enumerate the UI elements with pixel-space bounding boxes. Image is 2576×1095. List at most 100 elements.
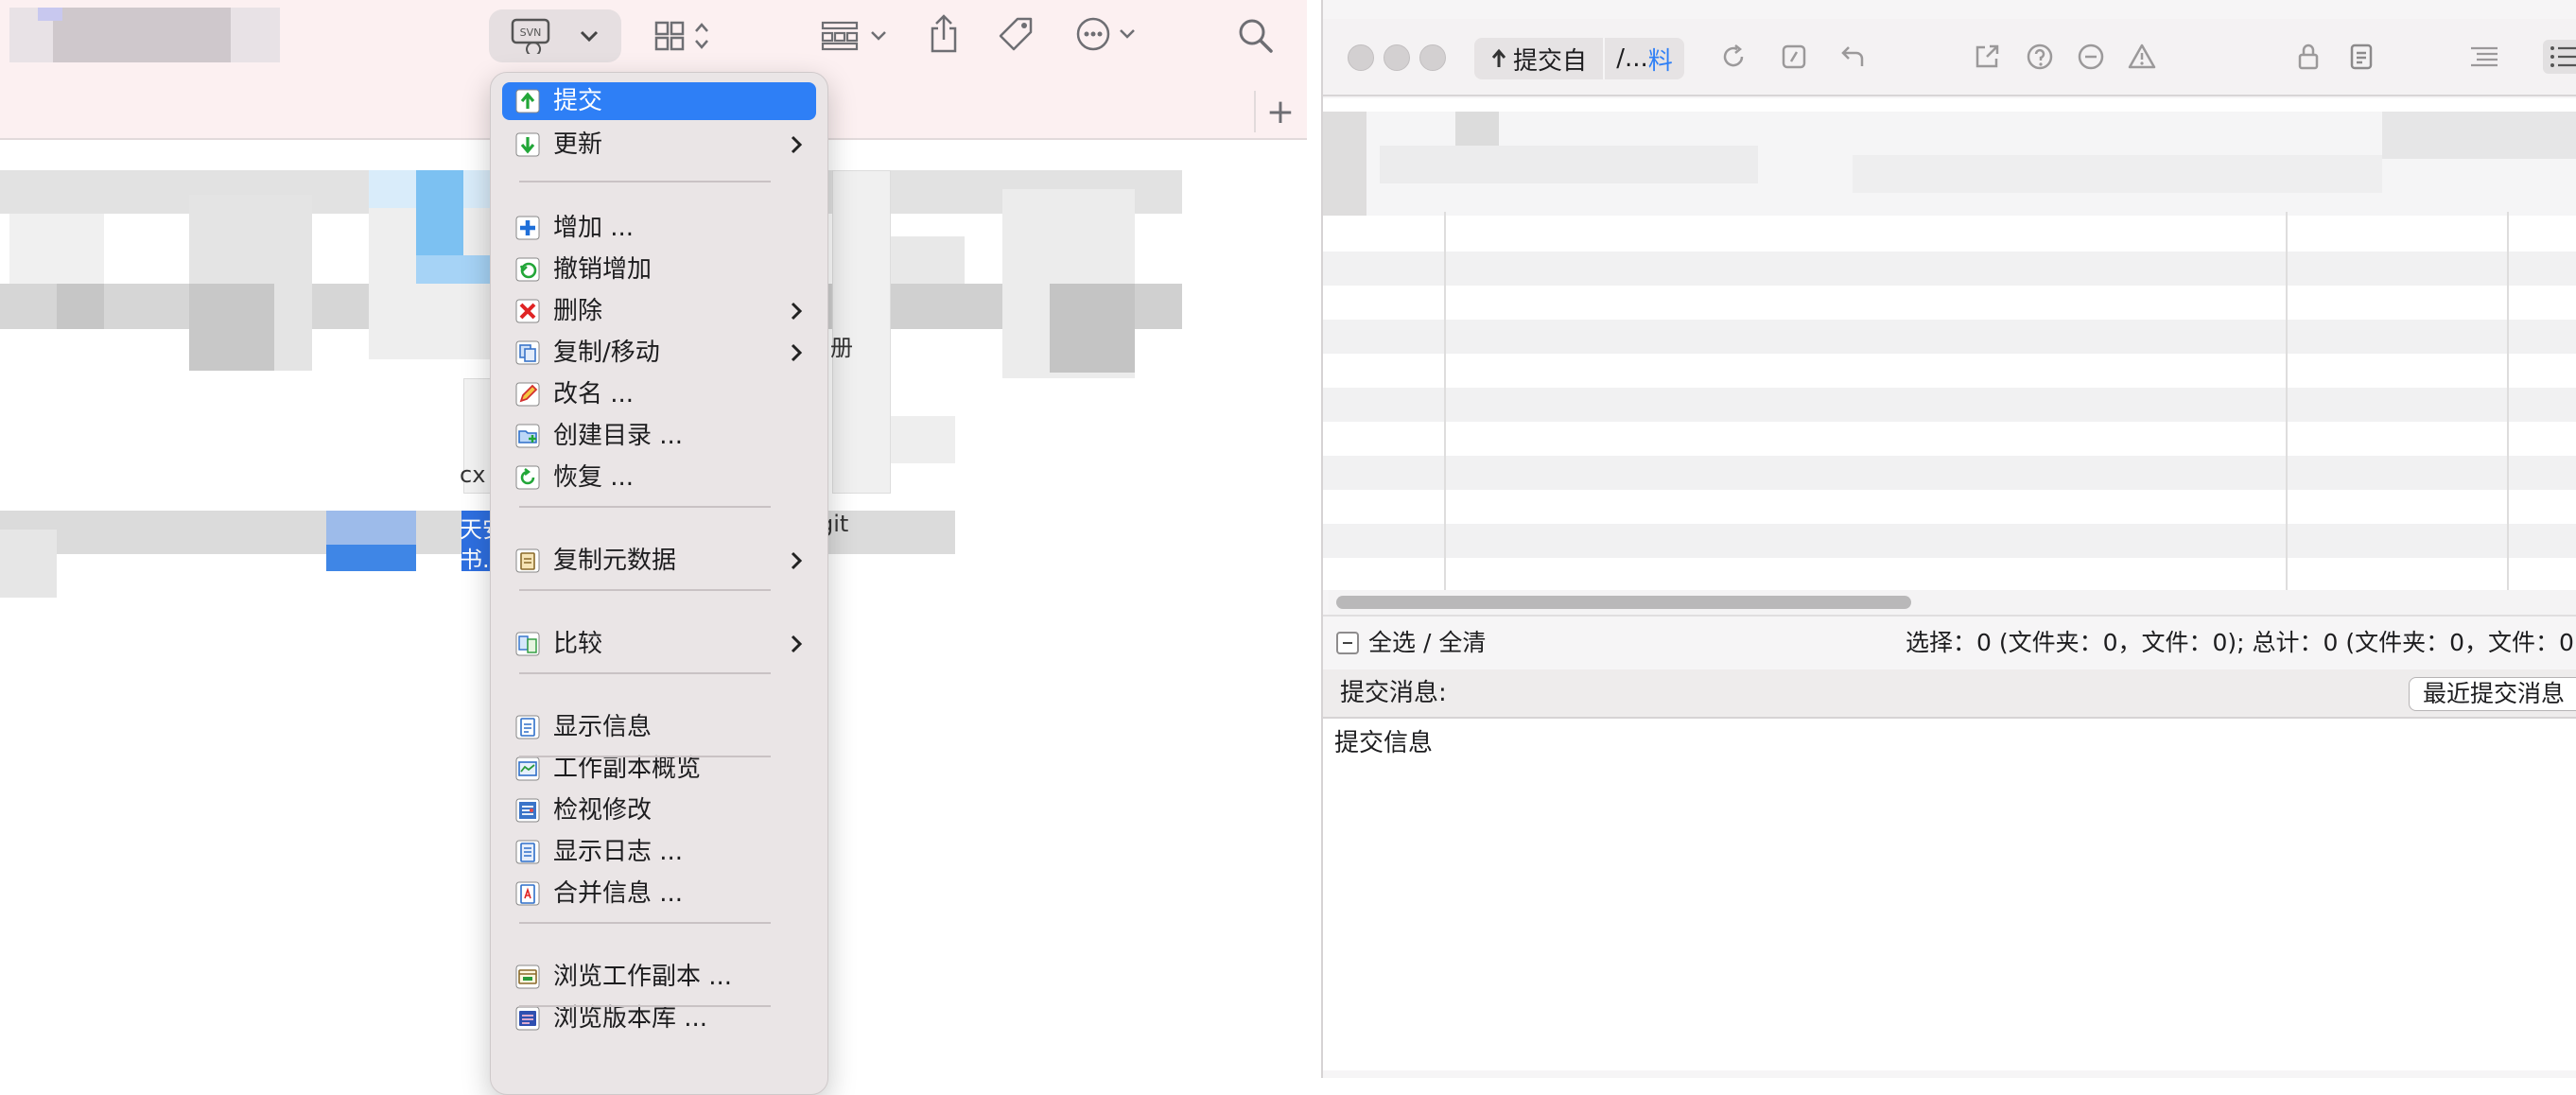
group-by-button[interactable] bbox=[819, 17, 893, 55]
menu-item-label: 恢复 ... bbox=[553, 463, 635, 492]
share-icon bbox=[931, 14, 957, 53]
menu-item-label: 检视修改 bbox=[553, 796, 653, 825]
conflict-button[interactable] bbox=[2125, 40, 2159, 74]
menu-item-label: 更新 bbox=[553, 130, 603, 159]
select-all-checkbox[interactable] bbox=[1336, 632, 1359, 654]
filename-fragment: 册 bbox=[830, 335, 853, 361]
menu-item[interactable]: 删除 bbox=[502, 292, 816, 330]
help-icon bbox=[2027, 43, 2053, 70]
zoom-window-button[interactable] bbox=[1419, 44, 1446, 71]
commit-up-arrow-icon bbox=[515, 89, 540, 113]
column-divider bbox=[2286, 212, 2288, 590]
outline-list-icon bbox=[2471, 46, 2498, 67]
list-view-button[interactable] bbox=[2543, 40, 2576, 74]
new-tab-button[interactable]: + bbox=[1254, 91, 1305, 132]
menu-item[interactable]: 改名 ... bbox=[502, 375, 816, 413]
menu-separator bbox=[519, 1005, 771, 1007]
parent-folder-button[interactable] bbox=[1836, 40, 1870, 74]
menu-item[interactable]: 检视修改 bbox=[502, 791, 816, 829]
update-down-arrow-icon bbox=[515, 132, 540, 157]
path-edit-button[interactable] bbox=[1777, 40, 1811, 74]
table-row[interactable] bbox=[1323, 252, 2576, 286]
chevron-right-icon bbox=[791, 135, 803, 154]
menu-item[interactable]: 增加 ... bbox=[502, 209, 816, 247]
create-folder-icon bbox=[515, 424, 540, 448]
compare-icon bbox=[515, 632, 540, 656]
rename-pencil-icon bbox=[515, 382, 540, 407]
open-external-icon bbox=[1976, 44, 1999, 68]
close-window-button[interactable] bbox=[1348, 44, 1374, 71]
refresh-button[interactable] bbox=[1716, 40, 1750, 74]
path-prefix: /... bbox=[1616, 44, 1648, 73]
menu-item[interactable]: 更新 bbox=[502, 126, 816, 164]
blurred-title-block bbox=[53, 8, 231, 62]
add-plus-icon bbox=[515, 216, 540, 240]
commit-message-header: 提交消息: 最近提交消息 bbox=[1323, 669, 2576, 719]
commit-message-text: 提交信息 bbox=[1334, 729, 1434, 757]
column-divider bbox=[2507, 212, 2509, 590]
table-row[interactable] bbox=[1323, 456, 2576, 490]
commit-message-textarea[interactable]: 提交信息 bbox=[1323, 719, 2576, 1070]
working-copy-overview-icon bbox=[515, 756, 540, 781]
commit-path-button[interactable]: /... 料 bbox=[1605, 38, 1684, 79]
share-button[interactable] bbox=[925, 11, 963, 57]
recent-messages-button[interactable]: 最近提交消息 bbox=[2409, 677, 2576, 711]
svn-commit-window: 提交自 /... 料 全选 / 全清 选择：0 (文件夹：0，文件：0); 总计… bbox=[1321, 0, 2576, 1078]
notes-button[interactable] bbox=[2344, 40, 2378, 74]
review-changes-icon bbox=[515, 798, 540, 823]
view-grid-icon bbox=[654, 21, 708, 51]
open-external-button[interactable] bbox=[1970, 40, 2004, 74]
search-icon bbox=[1239, 19, 1273, 53]
menu-item[interactable]: 合并信息 ... bbox=[502, 875, 816, 912]
tag-icon bbox=[999, 17, 1033, 51]
help-button[interactable] bbox=[2023, 40, 2057, 74]
group-by-icon bbox=[821, 21, 886, 51]
commit-toolbar: 提交自 /... 料 bbox=[1323, 19, 2576, 96]
commit-from-button[interactable]: 提交自 bbox=[1474, 38, 1605, 79]
menu-item[interactable]: 复制元数据 bbox=[502, 542, 816, 580]
menu-item-label: 合并信息 ... bbox=[553, 879, 684, 908]
selection-bar: 全选 / 全清 选择：0 (文件夹：0，文件：0); 总计：0 (文件夹：0，文… bbox=[1323, 615, 2576, 671]
browse-working-copy-icon bbox=[515, 965, 540, 989]
search-button[interactable] bbox=[1235, 15, 1277, 57]
remove-button[interactable] bbox=[2074, 40, 2108, 74]
scrollbar-thumb[interactable] bbox=[1336, 596, 1911, 609]
menu-item-label: 显示信息 bbox=[553, 713, 653, 741]
table-row[interactable] bbox=[1323, 524, 2576, 558]
notes-icon bbox=[2350, 43, 2373, 70]
menu-item[interactable]: 显示日志 ... bbox=[502, 833, 816, 871]
table-row[interactable] bbox=[1323, 320, 2576, 354]
tag-button[interactable] bbox=[995, 13, 1036, 55]
menu-item[interactable]: 撤销增加 bbox=[502, 251, 816, 288]
svg-text:SVN: SVN bbox=[520, 26, 542, 39]
menu-item[interactable]: 创建目录 ... bbox=[502, 417, 816, 455]
delete-x-icon bbox=[515, 299, 540, 323]
menu-item-label: 复制/移动 bbox=[553, 339, 660, 367]
minimize-window-button[interactable] bbox=[1384, 44, 1410, 71]
menu-item[interactable]: 显示信息 bbox=[502, 708, 816, 746]
merge-info-icon bbox=[515, 881, 540, 906]
lock-button[interactable] bbox=[2291, 40, 2325, 74]
select-all-toggle[interactable]: 全选 / 全清 bbox=[1336, 626, 1486, 660]
menu-item[interactable]: 比较 bbox=[502, 625, 816, 663]
menu-item[interactable]: 复制/移动 bbox=[502, 334, 816, 372]
menu-separator bbox=[519, 922, 771, 924]
chevron-down-icon bbox=[580, 30, 599, 43]
menu-separator bbox=[519, 672, 771, 674]
menu-item[interactable]: 提交 bbox=[502, 82, 816, 120]
menu-item[interactable]: 浏览工作副本 ... bbox=[502, 958, 816, 996]
svn-menu-button[interactable]: SVN bbox=[489, 9, 621, 62]
up-arrow-icon bbox=[1491, 48, 1506, 67]
revert-icon bbox=[515, 465, 540, 490]
show-log-icon bbox=[515, 840, 540, 864]
commit-file-table[interactable] bbox=[1323, 98, 2576, 590]
view-grid-button[interactable] bbox=[653, 17, 719, 55]
menu-item[interactable]: 恢复 ... bbox=[502, 459, 816, 496]
path-edit-icon bbox=[1782, 44, 1806, 69]
horizontal-scrollbar[interactable] bbox=[1329, 590, 2576, 615]
menu-item-label: 提交 bbox=[553, 87, 603, 115]
more-actions-button[interactable] bbox=[1074, 15, 1140, 53]
outline-view-button[interactable] bbox=[2467, 40, 2501, 74]
warning-icon bbox=[2128, 43, 2156, 69]
table-row[interactable] bbox=[1323, 388, 2576, 422]
